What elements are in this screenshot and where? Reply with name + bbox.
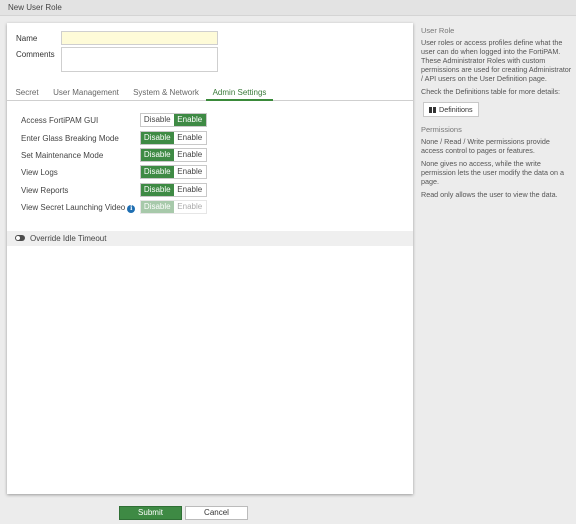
permissions-text-2: None gives no access, while the write pe… bbox=[421, 159, 565, 186]
permissions-heading: Permissions bbox=[421, 125, 462, 134]
permissions-text-1: None / Read / Write permissions provide … bbox=[421, 137, 550, 155]
perm-label-view-reports: View Reports bbox=[21, 186, 69, 195]
tab-system-network[interactable]: System & Network bbox=[132, 84, 200, 101]
comments-label: Comments bbox=[16, 50, 55, 59]
perm-label-view-logs: View Logs bbox=[21, 168, 58, 177]
tab-admin-settings[interactable]: Admin Settings bbox=[206, 84, 273, 101]
glass-breaking-enable-option[interactable]: Enable bbox=[173, 132, 206, 144]
secret-video-toggle: Disable Enable bbox=[140, 200, 207, 214]
tab-secret[interactable]: Secret bbox=[15, 84, 39, 101]
secret-video-label-text: View Secret Launching Video bbox=[21, 203, 126, 212]
perm-label-access-gui: Access FortiPAM GUI bbox=[21, 116, 99, 125]
access-gui-enable-option[interactable]: Enable bbox=[173, 114, 206, 126]
permissions-text-3: Read only allows the user to view the da… bbox=[421, 190, 558, 199]
secret-video-enable-option: Enable bbox=[173, 201, 206, 213]
perm-label-secret-video: View Secret Launching Video i bbox=[21, 203, 136, 213]
help-sidebar: User Role User roles or access profiles … bbox=[421, 26, 574, 203]
definitions-hint: Check the Definitions table for more det… bbox=[421, 87, 561, 96]
user-role-form-panel: Name Comments Secret User Management Sys… bbox=[7, 23, 413, 494]
maintenance-mode-toggle: Disable Enable bbox=[140, 148, 207, 162]
override-idle-timeout-row: Override Idle Timeout bbox=[7, 231, 413, 246]
info-icon[interactable]: i bbox=[127, 205, 136, 213]
override-idle-timeout-label: Override Idle Timeout bbox=[30, 234, 107, 243]
glass-breaking-toggle: Disable Enable bbox=[140, 131, 207, 145]
user-role-heading: User Role bbox=[421, 26, 455, 35]
maintenance-mode-enable-option[interactable]: Enable bbox=[173, 149, 206, 161]
name-field[interactable] bbox=[61, 31, 218, 45]
book-icon bbox=[429, 106, 436, 113]
definitions-button[interactable]: Definitions bbox=[423, 102, 479, 117]
override-idle-timeout-switch[interactable] bbox=[15, 235, 25, 241]
submit-button[interactable]: Submit bbox=[119, 506, 182, 520]
view-reports-enable-option[interactable]: Enable bbox=[173, 184, 206, 196]
view-logs-toggle: Disable Enable bbox=[140, 165, 207, 179]
access-gui-toggle: Disable Enable bbox=[140, 113, 207, 127]
maintenance-mode-disable-option[interactable]: Disable bbox=[141, 149, 174, 161]
user-role-description: User roles or access profiles define wha… bbox=[421, 38, 572, 83]
glass-breaking-disable-option[interactable]: Disable bbox=[141, 132, 174, 144]
comments-field[interactable] bbox=[61, 47, 218, 72]
access-gui-disable-option[interactable]: Disable bbox=[141, 114, 174, 126]
permission-tabs: Secret User Management System & Network … bbox=[7, 84, 413, 101]
view-reports-disable-option[interactable]: Disable bbox=[141, 184, 174, 196]
window-title: New User Role bbox=[0, 0, 576, 16]
cancel-button[interactable]: Cancel bbox=[185, 506, 248, 520]
perm-label-maintenance-mode: Set Maintenance Mode bbox=[21, 151, 104, 160]
perm-label-glass-breaking: Enter Glass Breaking Mode bbox=[21, 134, 119, 143]
view-logs-enable-option[interactable]: Enable bbox=[173, 166, 206, 178]
secret-video-disable-option: Disable bbox=[141, 201, 174, 213]
view-reports-toggle: Disable Enable bbox=[140, 183, 207, 197]
view-logs-disable-option[interactable]: Disable bbox=[141, 166, 174, 178]
tab-user-management[interactable]: User Management bbox=[52, 84, 120, 101]
definitions-button-label: Definitions bbox=[439, 105, 473, 114]
name-label: Name bbox=[16, 34, 38, 43]
